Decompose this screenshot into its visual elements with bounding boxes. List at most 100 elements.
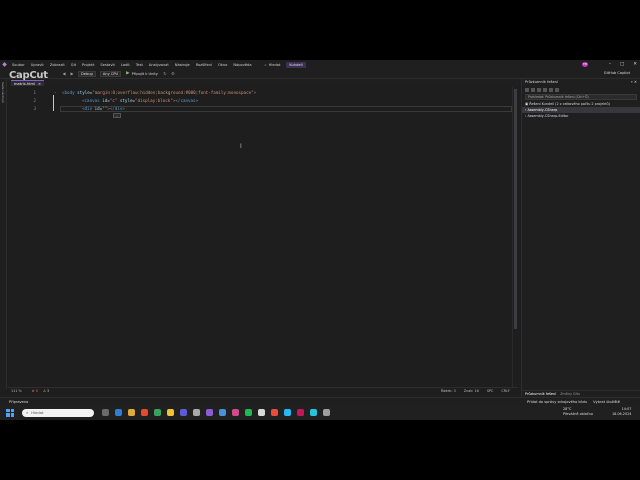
refresh-icon[interactable] [537,87,541,92]
menu-projekt[interactable]: Projekt [79,63,97,67]
task-view-icon[interactable] [102,409,109,416]
line-number: 1 [33,90,36,95]
code-line-2: <canvas id="c" style="display:block"></c… [82,98,199,103]
config-select[interactable]: Debug [78,70,96,77]
attach-unity-button[interactable]: ▶ Připojit k Unity [126,71,158,76]
global-search[interactable]: ⌕ Hledat [261,63,285,67]
status-bar: Připraveno Přidat do správy zdrojového k… [0,397,640,405]
menu-nastroje[interactable]: Nástroje [172,63,193,67]
tab-close-icon[interactable]: × [38,82,41,86]
sync-icon[interactable] [531,87,535,92]
opera-icon[interactable] [141,409,148,416]
zoom-level[interactable]: 111 % [11,389,22,393]
avatar[interactable]: TH [582,62,588,67]
menu-napoveda[interactable]: Nápověda [230,63,254,67]
gutter: 1 2 3 ⌄ [8,87,57,387]
solution-explorer-title-bar: Průzkumník řešení ⌖ ✕ [522,79,640,86]
steam-icon[interactable] [193,409,200,416]
clock[interactable]: 14:07 18.06.2024 [612,407,631,416]
refresh-icon[interactable]: ↻ [162,71,168,77]
change-indicator [53,95,54,111]
solution-explorer-toolbar [522,86,640,93]
show-all-files-icon[interactable] [549,87,553,92]
editor-tab-bar: matrix.html × [8,79,518,86]
app-blue-icon[interactable] [284,409,291,416]
windows-taskbar: ⌕ Hledat 28°C Převážně oblačno 14:07 18.… [0,405,640,420]
error-count-value: 0 [35,389,38,393]
app-pink-icon[interactable] [297,409,304,416]
search-icon: ⌕ [264,62,267,67]
solution-explorer-title: Průzkumník řešení [525,80,558,84]
code-editor[interactable]: 1 2 3 ⌄ <body style="margin:0;overflow:h… [8,87,518,387]
whitespace-mode[interactable]: SPC [487,389,494,393]
code-line-3: <div id=""></div> [82,106,125,111]
warning-count[interactable]: ⚠ 3 [43,389,49,393]
menu-rozsireni[interactable]: Rozšíření [193,63,215,67]
menu-analyzovat[interactable]: Analyzovat [146,63,172,67]
line-number: 3 [33,106,36,111]
home-icon[interactable] [525,87,529,92]
panel-pin-icon[interactable]: ⌖ ✕ [631,80,637,85]
vertical-scrollbar[interactable] [512,87,518,387]
menu-sestavit[interactable]: Sestavit [97,63,118,67]
menu-git[interactable]: Git [68,63,79,67]
app-red-icon[interactable] [271,409,278,416]
visual-studio-icon[interactable] [206,409,213,416]
project-name-badge[interactable]: Kuhdeli [286,61,306,68]
taskbar-search[interactable]: ⌕ Hledat [22,408,94,417]
menu-ladit[interactable]: Ladit [118,63,133,67]
edge-icon[interactable] [115,409,122,416]
tree-item-label: Assembly-CSharp [527,108,558,112]
weather-widget[interactable]: 28°C Převážně oblačno [563,407,593,416]
file-explorer-icon[interactable] [128,409,135,416]
tab-git-changes[interactable]: Změny Gitu [560,392,580,396]
menu-zobrazit[interactable]: Zobrazit [47,63,68,67]
add-to-source-control[interactable]: Přidat do správy zdrojového kódu [527,400,587,404]
media-icon[interactable] [232,409,239,416]
editor-status-row: 111 % ⊗ 0 ⚠ 3 Řádek: 3 Znak: 16 SPC CRLF [8,387,518,394]
copilot-button[interactable]: GitHub Copilot [604,71,630,75]
forward-icon[interactable]: ▶ [69,71,75,77]
screen: ◆ Soubor Upravit Zobrazit Git Projekt Se… [0,60,640,420]
settings-icon[interactable] [323,409,330,416]
settings-icon[interactable]: ⚙ [170,71,176,77]
visual-studio-logo-icon: ◆ [2,61,7,68]
toolbar: ◀ ▶ Debug Any CPU ▶ Připojit k Unity ↻ ⚙… [0,69,640,79]
menu-test[interactable]: Test [133,63,146,67]
scrollbar-thumb[interactable] [514,89,517,329]
attach-label: Připojit k Unity [131,71,158,76]
menu-soubor[interactable]: Soubor [9,63,28,67]
intellisense-hint-icon[interactable]: ⌕ [113,113,121,118]
tab-label: matrix.html [14,81,36,86]
folder-icon[interactable] [167,409,174,416]
search-icon: ⌕ [26,410,29,415]
windows-logo-icon [6,408,10,412]
select-repository[interactable]: Vybrat úložiště [593,400,620,404]
discord-icon[interactable] [180,409,187,416]
start-button[interactable] [6,408,14,417]
tree-item-assembly-csharp-editor[interactable]: › Assembly-CSharp-Editor [522,113,640,119]
platform-select[interactable]: Any CPU [99,70,122,77]
chrome-icon[interactable] [154,409,161,416]
app-cyan-icon[interactable] [310,409,317,416]
line-ending[interactable]: CRLF [501,389,510,393]
close-icon[interactable]: ✕ [633,62,637,67]
tab-solution-explorer[interactable]: Průzkumník řešení [525,392,556,396]
error-count[interactable]: ⊗ 0 [32,389,38,393]
spotify-icon[interactable] [245,409,252,416]
back-icon[interactable]: ◀ [61,71,67,77]
menu-bar: ◆ Soubor Upravit Zobrazit Git Projekt Se… [0,60,640,69]
properties-icon[interactable] [555,87,559,92]
fold-chevron-icon[interactable]: ⌄ [54,90,57,94]
minimize-icon[interactable]: – [609,62,611,67]
vscode-icon[interactable] [219,409,226,416]
maximize-icon[interactable]: □ [620,62,624,67]
menu-okno[interactable]: Okno [215,63,230,67]
unity-icon[interactable] [258,409,265,416]
collapse-all-icon[interactable] [543,87,547,92]
solution-explorer-tabs: Průzkumník řešení Změny Gitu [522,390,640,397]
menu-upravit[interactable]: Upravit [28,63,47,67]
solution-search-input[interactable]: Prohledat: Průzkumník řešení (Ctrl+Ů) [525,94,637,100]
toolbox-tab[interactable]: Sada nástrojů [1,82,5,103]
search-label: Hledat [268,62,281,67]
